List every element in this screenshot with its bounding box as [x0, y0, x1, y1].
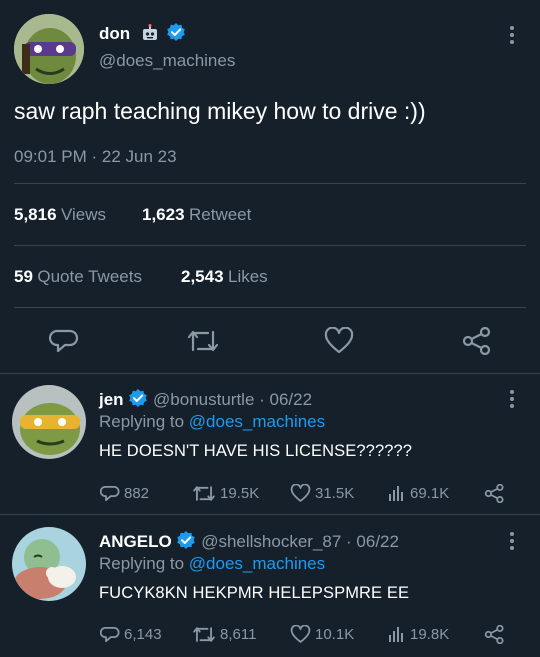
reply-count: 6,143	[124, 625, 162, 643]
retweet-icon	[193, 485, 215, 501]
divider	[14, 307, 526, 308]
divider	[14, 245, 526, 246]
replying-to-label: Replying to	[99, 554, 185, 573]
share-button[interactable]	[484, 483, 505, 503]
view-count: 19.8K	[410, 625, 450, 643]
retweet-icon[interactable]	[186, 328, 220, 359]
views-count: 5,816	[14, 205, 57, 224]
quotes-label: Quote Tweets	[37, 267, 142, 286]
retweet-button[interactable]: 8,611	[192, 625, 256, 644]
retweet-count: 8,611	[220, 625, 257, 643]
views-icon	[389, 627, 403, 642]
retweet-button[interactable]: 19.5K	[192, 484, 259, 503]
display-name[interactable]: jen	[99, 390, 124, 409]
retweets-label: Retweet	[189, 205, 252, 224]
reply-header: jen @bonusturtle · 06/22	[99, 388, 312, 413]
reply-button[interactable]: 882	[100, 484, 149, 503]
replying-to-link[interactable]: @does_machines	[189, 412, 325, 431]
tweet-text: saw raph teaching mikey how to drive :))	[14, 98, 426, 124]
retweets-stat[interactable]: 1,623 Retweet	[142, 205, 251, 225]
replying-to-link[interactable]: @does_machines	[189, 554, 325, 573]
like-count: 31.5K	[315, 484, 355, 502]
likes-stat[interactable]: 2,543 Likes	[181, 267, 268, 287]
verified-badge-icon	[176, 530, 196, 555]
like-button[interactable]: 10.1K	[290, 624, 355, 644]
retweets-count: 1,623	[142, 205, 185, 224]
views-label: Views	[61, 205, 107, 224]
quotes-count: 59	[14, 267, 33, 286]
reply-button[interactable]: 6,143	[100, 625, 162, 644]
retweet-count: 19.5K	[220, 484, 260, 502]
likes-label: Likes	[228, 267, 268, 286]
robot-icon	[141, 24, 159, 47]
handle-and-date[interactable]: @shellshocker_87 · 06/22	[201, 532, 399, 551]
share-icon[interactable]	[462, 326, 492, 360]
replying-to-line: Replying to @does_machines	[99, 412, 325, 432]
avatar[interactable]	[12, 385, 86, 459]
michelangelo-avatar-image	[12, 385, 86, 459]
reply-action-bar: 6,143 8,611 10.1K 19.8K	[100, 623, 520, 645]
more-options-icon[interactable]	[510, 532, 514, 550]
display-name[interactable]: ANGELO	[99, 532, 172, 551]
divider	[0, 514, 540, 515]
reply-header: ANGELO @shellshocker_87 · 06/22	[99, 530, 399, 555]
like-icon[interactable]	[324, 326, 354, 360]
like-icon	[290, 483, 311, 502]
quotes-stat[interactable]: 59 Quote Tweets	[14, 267, 142, 287]
likes-count: 2,543	[181, 267, 224, 286]
reply-icon	[100, 626, 120, 642]
reply-count: 882	[124, 484, 150, 502]
views-button[interactable]: 19.8K	[388, 625, 449, 643]
share-icon	[484, 483, 504, 503]
donatello-avatar-image	[14, 14, 84, 84]
divider	[0, 373, 540, 374]
replying-to-label: Replying to	[99, 412, 185, 431]
handle-and-date[interactable]: @bonusturtle · 06/22	[153, 390, 312, 409]
verified-badge-icon	[128, 388, 148, 413]
share-button[interactable]	[484, 624, 505, 644]
avatar[interactable]	[14, 14, 84, 84]
share-icon	[484, 624, 504, 644]
more-options-icon[interactable]	[510, 390, 514, 408]
user-handle[interactable]: @does_machines	[99, 51, 235, 71]
divider	[14, 183, 526, 184]
angelo-avatar-image	[12, 527, 86, 601]
display-name[interactable]: don	[99, 22, 186, 47]
view-count: 69.1K	[410, 484, 450, 502]
reply-action-bar: 882 19.5K 31.5K 69.1K	[100, 482, 520, 504]
reply-icon	[100, 485, 120, 501]
like-icon	[290, 624, 311, 643]
views-button[interactable]: 69.1K	[388, 484, 449, 502]
tweet-timestamp[interactable]: 09:01 PM · 22 Jun 23	[14, 147, 177, 167]
like-count: 10.1K	[315, 625, 355, 643]
retweet-icon	[193, 626, 215, 642]
reply-text: HE DOESN'T HAVE HIS LICENSE??????	[99, 442, 413, 460]
reply-text: FUCYK8KN HEKPMR HELEPSPMRE EE	[99, 584, 410, 602]
verified-badge-icon	[166, 22, 186, 47]
replying-to-line: Replying to @does_machines	[99, 554, 325, 574]
views-stat: 5,816 Views	[14, 205, 106, 225]
avatar[interactable]	[12, 527, 86, 601]
reply-icon[interactable]	[48, 327, 79, 360]
more-options-icon[interactable]	[510, 26, 514, 44]
views-icon	[389, 486, 403, 501]
like-button[interactable]: 31.5K	[290, 483, 355, 503]
